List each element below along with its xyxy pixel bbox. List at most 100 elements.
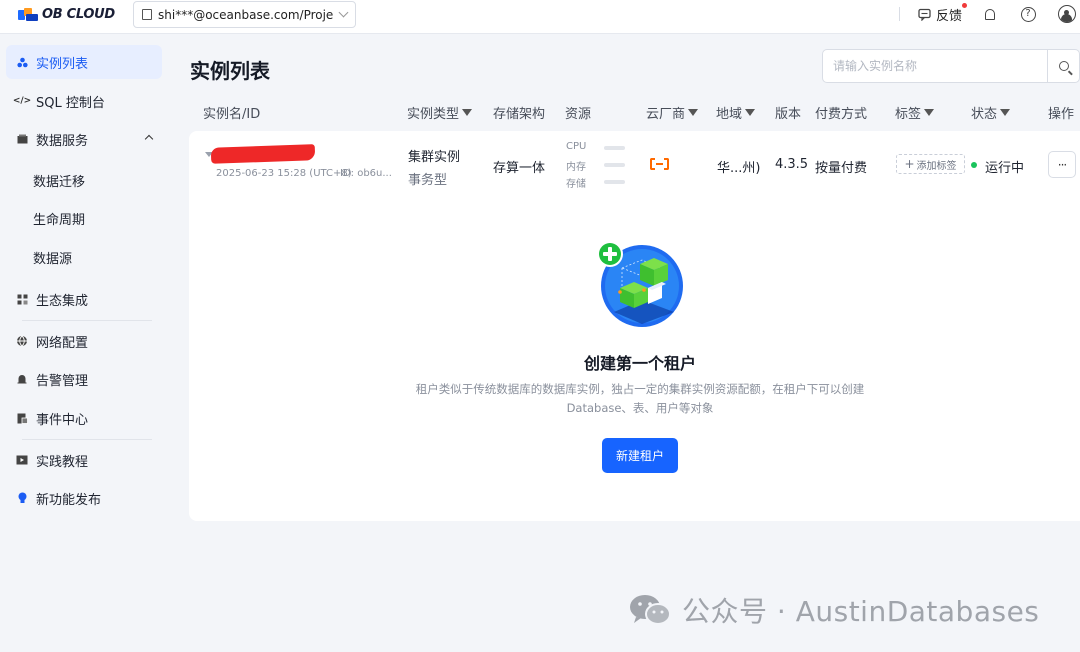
bulb-icon bbox=[16, 492, 28, 504]
chevron-up-icon bbox=[144, 134, 154, 144]
feedback-label: 反馈 bbox=[935, 8, 962, 24]
instance-type: 集群实例 bbox=[408, 150, 461, 165]
instance-search bbox=[822, 49, 1080, 83]
project-name: shi***@oceanbase.com/Projec... bbox=[158, 7, 334, 22]
sidebar-item-sql-console[interactable]: </> SQL 控制台 bbox=[6, 84, 162, 118]
column-header-tags[interactable]: 标签 bbox=[895, 103, 935, 122]
column-header-type[interactable]: 实例类型 bbox=[407, 103, 473, 122]
notification-button[interactable] bbox=[982, 6, 998, 22]
top-bar: OB CLOUD shi***@oceanbase.com/Projec... … bbox=[0, 0, 1080, 34]
empty-state-description-line: Database、表、用户等对象 bbox=[566, 401, 714, 415]
column-header-name: 实例名/ID bbox=[203, 107, 261, 122]
search-button[interactable] bbox=[1047, 50, 1079, 82]
empty-state-title: 创建第一个租户 bbox=[583, 354, 696, 373]
globe-icon bbox=[16, 335, 28, 347]
more-icon: ··· bbox=[1057, 157, 1068, 172]
brand-name: OB CLOUD bbox=[42, 7, 115, 22]
resource-cpu-bar bbox=[604, 146, 625, 150]
sidebar-item-label: 数据源 bbox=[33, 251, 73, 267]
sidebar-item-events[interactable]: 事件中心 bbox=[6, 401, 162, 435]
feedback-button[interactable]: 反馈 bbox=[918, 2, 967, 24]
project-selector[interactable]: shi***@oceanbase.com/Projec... bbox=[133, 1, 356, 28]
sidebar-item-lifecycle[interactable]: 生命周期 bbox=[6, 201, 162, 235]
help-button[interactable]: ? bbox=[1020, 6, 1036, 22]
feedback-icon bbox=[918, 8, 931, 21]
alibaba-cloud-icon bbox=[650, 158, 669, 170]
sidebar-item-label: 新功能发布 bbox=[36, 492, 102, 508]
sidebar-item-data-service[interactable]: 数据服务 bbox=[6, 122, 162, 156]
instance-id: ID: ob6u... bbox=[340, 168, 392, 179]
instance-subtype: 事务型 bbox=[408, 173, 448, 188]
filter-icon[interactable] bbox=[462, 109, 473, 116]
column-header-vendor[interactable]: 云厂商 bbox=[646, 103, 699, 122]
sidebar-item-label: SQL 控制台 bbox=[36, 95, 105, 111]
region: 华...州) bbox=[717, 161, 761, 176]
sidebar-item-data-migration[interactable]: 数据迁移 bbox=[6, 163, 162, 197]
column-header-resources: 资源 bbox=[565, 107, 592, 122]
empty-state-description: 租户类似于传统数据库的数据库实例，独占一定的集群实例资源配额，在租户下可以创建 … bbox=[395, 380, 885, 418]
notification-icon bbox=[985, 8, 995, 20]
column-header-actions: 操作 bbox=[1048, 107, 1075, 122]
empty-state-description-line: 租户类似于传统数据库的数据库实例，独占一定的集群实例资源配额，在租户下可以创建 bbox=[415, 382, 865, 396]
instance-icon bbox=[16, 56, 28, 68]
building-icon bbox=[142, 9, 152, 20]
column-header-status[interactable]: 状态 bbox=[971, 103, 1011, 122]
alarm-icon bbox=[16, 373, 28, 385]
column-header-version: 版本 bbox=[775, 107, 802, 122]
ob-logo-icon bbox=[18, 7, 38, 22]
filter-icon[interactable] bbox=[1000, 109, 1011, 116]
resource-cpu-label: CPU bbox=[566, 141, 587, 152]
payment-method: 按量付费 bbox=[815, 161, 868, 176]
help-icon: ? bbox=[1020, 6, 1036, 22]
sidebar-item-data-source[interactable]: 数据源 bbox=[6, 240, 162, 274]
resource-memory-label: 内存 bbox=[566, 162, 586, 173]
event-icon bbox=[16, 412, 28, 424]
wechat-icon bbox=[630, 595, 671, 625]
more-actions-button[interactable]: ··· bbox=[1048, 151, 1076, 178]
search-icon bbox=[1058, 61, 1069, 71]
filter-icon[interactable] bbox=[924, 109, 935, 116]
column-header-payment: 付费方式 bbox=[815, 107, 868, 122]
plus-icon: + bbox=[904, 157, 915, 171]
code-icon: </> bbox=[12, 96, 32, 106]
resource-storage-bar bbox=[604, 180, 625, 184]
ecosystem-icon bbox=[16, 293, 28, 305]
data-service-icon bbox=[16, 133, 28, 145]
ob-cloud-logo[interactable]: OB CLOUD bbox=[18, 7, 115, 22]
sidebar-item-alarm[interactable]: 告警管理 bbox=[6, 362, 162, 396]
status-text: 运行中 bbox=[985, 161, 1025, 176]
create-tenant-illustration bbox=[597, 241, 683, 327]
sidebar-item-label: 实践教程 bbox=[36, 454, 89, 470]
sidebar-item-new-features[interactable]: 新功能发布 bbox=[6, 481, 162, 515]
user-icon[interactable] bbox=[1058, 5, 1076, 23]
status-dot bbox=[971, 162, 977, 168]
instance-created-time: 2025-06-23 15:28 (UTC+8) bbox=[216, 168, 352, 179]
sidebar-item-label: 事件中心 bbox=[36, 412, 89, 428]
add-tag-button[interactable]: + 添加标签 bbox=[896, 154, 965, 174]
search-input[interactable] bbox=[823, 50, 1047, 82]
create-tenant-button[interactable]: 新建租户 bbox=[602, 438, 678, 473]
version: 4.3.5 bbox=[775, 157, 809, 172]
sidebar-item-tutorials[interactable]: 实践教程 bbox=[6, 443, 162, 477]
column-header-region[interactable]: 地域 bbox=[716, 103, 756, 122]
filter-icon[interactable] bbox=[688, 109, 699, 116]
add-tag-label: 添加标签 bbox=[916, 160, 957, 172]
sidebar-item-label: 实例列表 bbox=[36, 56, 89, 72]
resource-storage-label: 存储 bbox=[566, 179, 586, 190]
sidebar-item-label: 生态集成 bbox=[36, 293, 89, 309]
sidebar-divider bbox=[22, 439, 152, 440]
chevron-down-icon bbox=[338, 7, 349, 18]
sidebar-item-label: 告警管理 bbox=[36, 373, 89, 389]
page-title: 实例列表 bbox=[190, 59, 270, 83]
resource-memory-bar bbox=[604, 163, 625, 167]
sidebar: 实例列表 </> SQL 控制台 数据服务 数据迁移 生命周期 数据源 生态集成… bbox=[0, 35, 170, 652]
watermark: 公众号 · AustinDatabases bbox=[628, 590, 1039, 630]
sidebar-item-instances[interactable]: 实例列表 bbox=[6, 45, 162, 79]
storage-architecture: 存算一体 bbox=[493, 161, 546, 176]
divider bbox=[898, 7, 900, 21]
sidebar-item-label: 生命周期 bbox=[33, 212, 86, 228]
filter-icon[interactable] bbox=[745, 109, 756, 116]
sidebar-item-ecosystem[interactable]: 生态集成 bbox=[6, 282, 162, 316]
sidebar-divider bbox=[22, 320, 152, 321]
sidebar-item-network[interactable]: 网络配置 bbox=[6, 324, 162, 358]
